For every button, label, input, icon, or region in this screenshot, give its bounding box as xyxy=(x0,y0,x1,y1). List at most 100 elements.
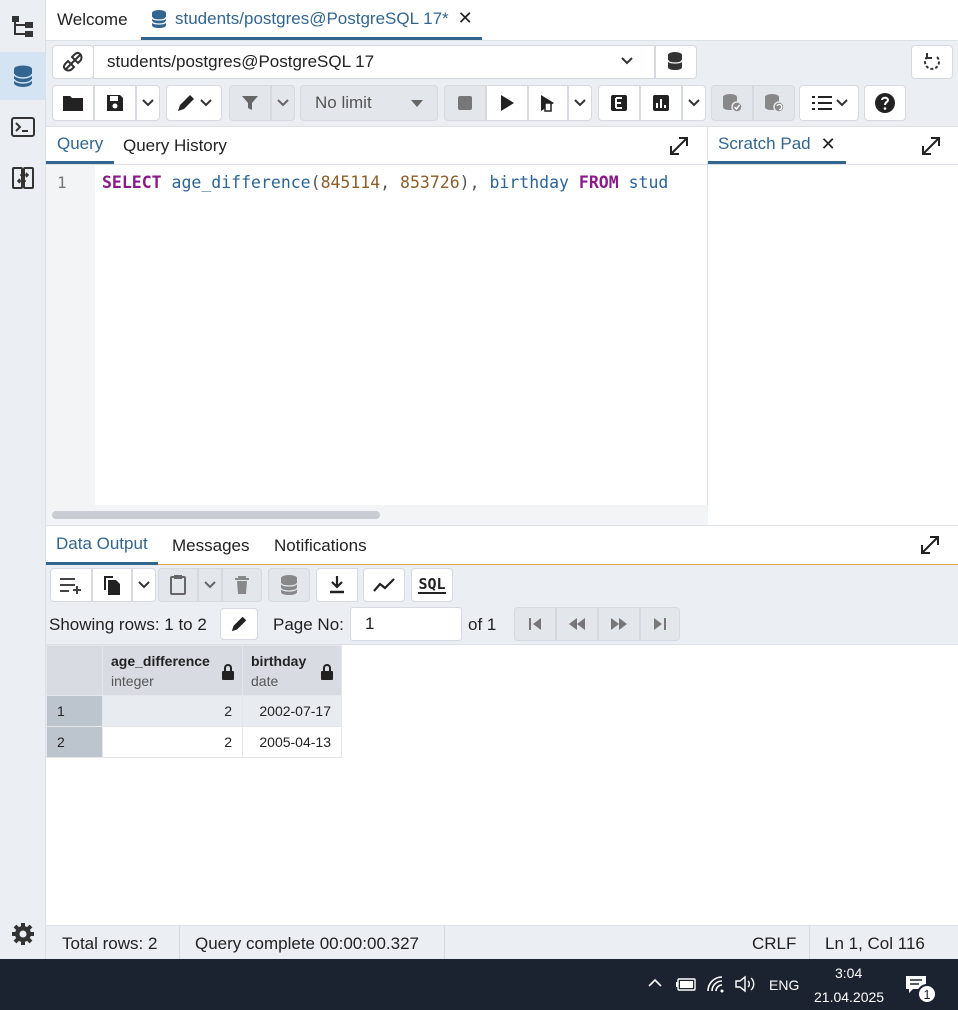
connection-status-button[interactable] xyxy=(52,45,94,79)
line-chart-icon xyxy=(373,578,395,592)
connection-select[interactable]: students/postgres@PostgreSQL 17 xyxy=(93,45,655,79)
edit-rows-range-button[interactable] xyxy=(220,608,258,640)
open-file-button[interactable] xyxy=(52,85,94,121)
sql-view-button[interactable]: SQL xyxy=(411,568,453,602)
query-panel: Query Query History 1 SELECT age_differe… xyxy=(46,127,708,525)
row-number[interactable]: 2 xyxy=(46,726,103,758)
sql-comma: , xyxy=(380,173,401,192)
copy-options-dropdown[interactable] xyxy=(132,568,156,602)
database-icon xyxy=(151,9,167,28)
object-explorer-icon xyxy=(12,16,33,37)
query-toolbar: students/postgres@PostgreSQL 17 No limit xyxy=(46,41,958,127)
tab-welcome[interactable]: Welcome xyxy=(57,0,128,40)
paste-options-dropdown[interactable] xyxy=(198,568,222,602)
cell-age-difference[interactable]: 2 xyxy=(102,726,243,758)
editor-horizontal-scrollbar[interactable] xyxy=(46,505,708,525)
query-tool-button[interactable] xyxy=(0,52,46,100)
save-options-dropdown[interactable] xyxy=(136,85,160,121)
column-name: age_difference xyxy=(111,653,210,669)
explain-analyze-button[interactable] xyxy=(640,85,682,121)
column-header-birthday[interactable]: birthday date xyxy=(242,645,342,696)
sql-code-line[interactable]: SELECT age_difference(845114, 853726), b… xyxy=(102,173,708,192)
query-complete-text: Query complete 00:00:00.327 xyxy=(195,934,419,953)
clock-time[interactable]: 3:04 xyxy=(835,965,862,981)
sql-column-birthday: birthday xyxy=(489,173,569,192)
save-data-button[interactable] xyxy=(268,568,310,602)
tab-data-output[interactable]: Data Output xyxy=(46,526,158,565)
table-row[interactable]: 2 2 2005-04-13 xyxy=(46,726,342,758)
copy-button[interactable] xyxy=(92,568,132,602)
first-page-button[interactable] xyxy=(514,607,556,641)
execute-options-dropdown[interactable] xyxy=(568,85,592,121)
add-row-button[interactable] xyxy=(50,568,92,602)
page-number-input[interactable]: 1 xyxy=(350,607,462,641)
grid-corner-cell[interactable] xyxy=(46,645,103,696)
expand-icon[interactable] xyxy=(668,135,690,157)
schema-diff-button[interactable] xyxy=(0,154,46,202)
volume-icon[interactable] xyxy=(734,975,756,993)
tab-query-history-label: Query History xyxy=(123,135,227,155)
psql-tool-button[interactable] xyxy=(0,103,46,151)
tab-scratch-pad[interactable]: Scratch Pad ✕ xyxy=(708,127,846,164)
macros-button[interactable] xyxy=(799,85,859,121)
battery-icon[interactable] xyxy=(675,976,697,992)
download-button[interactable] xyxy=(316,568,358,602)
rollback-button[interactable] xyxy=(753,85,795,121)
sql-editor[interactable]: 1 SELECT age_difference(845114, 853726),… xyxy=(46,165,708,505)
data-output-toolbar: SQL Showing rows: 1 to 2 Page No: 1 of 1 xyxy=(46,565,958,645)
filter-options-dropdown[interactable] xyxy=(271,85,295,121)
tab-query-label: Query xyxy=(57,134,104,153)
scratch-pad-tabs: Scratch Pad ✕ xyxy=(708,127,958,165)
filter-button[interactable] xyxy=(229,85,271,121)
wifi-icon[interactable] xyxy=(706,975,726,993)
database-save-icon xyxy=(280,575,298,595)
expand-icon[interactable] xyxy=(919,534,941,556)
tab-messages[interactable]: Messages xyxy=(172,526,249,565)
stop-button[interactable] xyxy=(444,85,486,121)
input-language[interactable]: ENG xyxy=(769,977,799,993)
column-header-age-difference[interactable]: age_difference integer xyxy=(102,645,243,696)
row-number[interactable]: 1 xyxy=(46,695,103,727)
previous-page-button[interactable] xyxy=(556,607,598,641)
paste-button[interactable] xyxy=(158,568,198,602)
last-page-button[interactable] xyxy=(640,607,680,641)
scrollbar-thumb[interactable] xyxy=(52,511,380,519)
tab-query[interactable]: Query xyxy=(46,127,115,164)
page-number-value: 1 xyxy=(365,614,375,633)
close-icon[interactable]: ✕ xyxy=(821,134,836,155)
explain-button[interactable] xyxy=(598,85,640,121)
sql-paren-open: ( xyxy=(310,173,321,192)
commit-button[interactable] xyxy=(711,85,753,121)
new-connection-button[interactable] xyxy=(655,45,697,79)
sql-arg-1: 845114 xyxy=(320,173,381,192)
settings-button[interactable] xyxy=(0,910,46,958)
sql-paren-close: ), xyxy=(459,173,490,192)
execute-button[interactable] xyxy=(486,85,528,121)
tab-welcome-label: Welcome xyxy=(57,10,128,29)
object-explorer-button[interactable] xyxy=(0,2,46,50)
lock-icon xyxy=(321,664,333,680)
delete-row-button[interactable] xyxy=(222,568,262,602)
rows-limit-select[interactable]: No limit xyxy=(300,85,438,121)
next-page-button[interactable] xyxy=(598,607,640,641)
clock-date[interactable]: 21.04.2025 xyxy=(814,989,884,1005)
show-hidden-icons-icon[interactable] xyxy=(648,978,662,988)
explain-options-dropdown[interactable] xyxy=(682,85,706,121)
graph-visualiser-button[interactable] xyxy=(363,568,405,602)
execute-script-button[interactable] xyxy=(528,85,568,121)
edit-menu-button[interactable] xyxy=(166,85,222,121)
tab-query-history[interactable]: Query History xyxy=(123,127,227,164)
cell-age-difference[interactable]: 2 xyxy=(102,695,243,727)
save-file-button[interactable] xyxy=(94,85,136,121)
expand-icon[interactable] xyxy=(920,135,942,157)
help-button[interactable] xyxy=(864,85,906,121)
cell-birthday[interactable]: 2005-04-13 xyxy=(242,726,342,758)
tab-query-tool[interactable]: students/postgres@PostgreSQL 17* ✕ xyxy=(141,0,482,40)
terminal-icon xyxy=(11,117,35,137)
refresh-button[interactable] xyxy=(911,45,953,79)
table-row[interactable]: 1 2 2002-07-17 xyxy=(46,695,342,727)
tab-notifications[interactable]: Notifications xyxy=(274,526,367,565)
close-tab-icon[interactable]: ✕ xyxy=(458,8,473,29)
disconnected-plug-icon xyxy=(62,51,83,72)
cell-birthday[interactable]: 2002-07-17 xyxy=(242,695,342,727)
